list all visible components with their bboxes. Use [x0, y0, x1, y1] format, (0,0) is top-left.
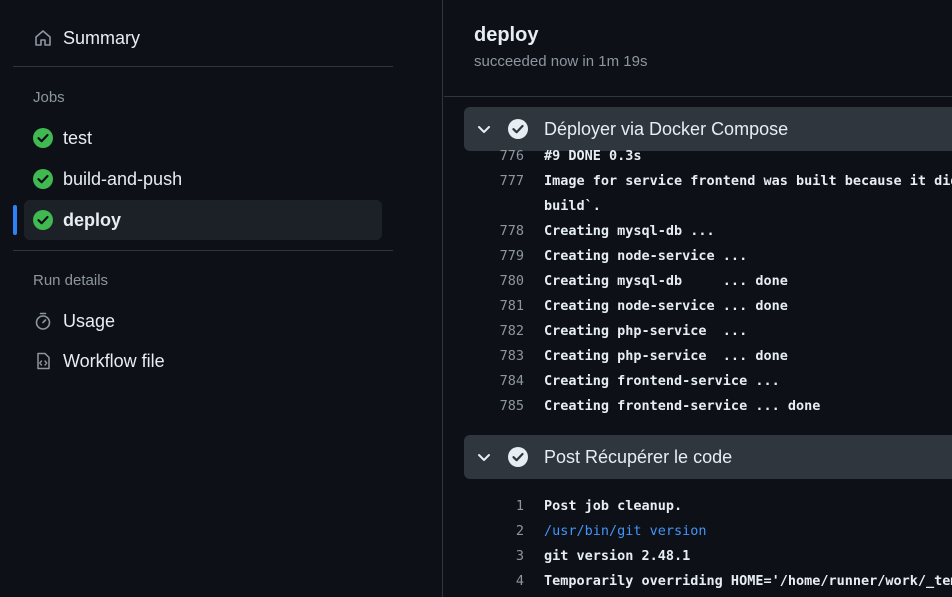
- sidebar-item-job-deploy[interactable]: deploy: [24, 200, 382, 240]
- stopwatch-icon: [32, 310, 54, 332]
- line-number[interactable]: 780: [444, 273, 524, 289]
- log-text: Post job cleanup.: [544, 497, 683, 514]
- sidebar-item-usage[interactable]: Usage: [24, 301, 382, 341]
- log-line: 782 Creating php-service ...: [444, 318, 952, 343]
- log-line: 783 Creating php-service ... done: [444, 343, 952, 368]
- log-line: 1 Post job cleanup.: [444, 493, 952, 518]
- sidebar-item-label: deploy: [63, 209, 122, 230]
- header-divider: [444, 96, 952, 97]
- check-circle-icon: [508, 118, 530, 140]
- sidebar-item-label: test: [63, 127, 93, 148]
- chevron-down-icon[interactable]: [476, 449, 494, 465]
- log-line: 785 Creating frontend-service ... done: [444, 393, 952, 418]
- log-line: 778 Creating mysql-db ...: [444, 218, 952, 243]
- sidebar: Summary Jobs test build-and-push deploy …: [0, 0, 443, 597]
- log-line: 784 Creating frontend-service ...: [444, 368, 952, 393]
- step-header-post-recuperer-le-code[interactable]: Post Récupérer le code: [464, 435, 952, 479]
- sidebar-item-summary[interactable]: Summary: [24, 18, 382, 58]
- log-text: build`.: [544, 197, 601, 214]
- check-circle-icon: [32, 168, 54, 190]
- line-number[interactable]: 781: [444, 298, 524, 314]
- check-circle-icon: [508, 446, 530, 468]
- sidebar-item-label: build-and-push: [63, 168, 183, 189]
- sidebar-item-job-test[interactable]: test: [24, 118, 382, 158]
- sidebar-divider: [13, 66, 393, 67]
- line-number[interactable]: 782: [444, 323, 524, 339]
- sidebar-item-label: Usage: [63, 310, 116, 331]
- log-text: #9 DONE 0.3s: [544, 147, 642, 164]
- log-text: Creating php-service ... done: [544, 347, 788, 364]
- run-details-section-label: Run details: [33, 272, 109, 289]
- check-circle-icon: [32, 209, 54, 231]
- log-text: git version 2.48.1: [544, 547, 691, 564]
- job-status-text: succeeded now in 1m 19s: [474, 53, 648, 70]
- log-text: Creating mysql-db ...: [544, 222, 715, 239]
- active-indicator: [13, 205, 17, 235]
- log-text: Creating mysql-db ... done: [544, 272, 788, 289]
- log-line: 776 #9 DONE 0.3s: [444, 143, 952, 168]
- log-line: 781 Creating node-service ... done: [444, 293, 952, 318]
- step-name: Post Récupérer le code: [544, 446, 733, 467]
- log-line: 779 Creating node-service ...: [444, 243, 952, 268]
- line-number[interactable]: 783: [444, 348, 524, 364]
- log-line: 2/usr/bin/git version: [444, 518, 952, 543]
- sidebar-item-label: Workflow file: [63, 350, 165, 371]
- check-circle-icon: [32, 127, 54, 149]
- page-title: deploy: [474, 24, 539, 46]
- log-line: 780 Creating mysql-db ... done: [444, 268, 952, 293]
- line-number[interactable]: 776: [444, 148, 524, 164]
- sidebar-item-workflow-file[interactable]: Workflow file: [24, 341, 382, 381]
- log-text: Creating frontend-service ... done: [544, 397, 821, 414]
- home-icon: [32, 27, 54, 49]
- sidebar-divider: [13, 250, 393, 251]
- log-line: 4 Temporarily overriding HOME='/home/runn…: [444, 568, 952, 593]
- chevron-down-icon[interactable]: [476, 121, 494, 137]
- line-number[interactable]: 777: [444, 173, 524, 189]
- log-line: 3 git version 2.48.1: [444, 543, 952, 568]
- log-text: Creating node-service ... done: [544, 297, 788, 314]
- job-log-panel: deploy succeeded now in 1m 19s Déployer …: [444, 0, 952, 597]
- log-text: Creating frontend-service ...: [544, 372, 780, 389]
- sidebar-item-job-build-and-push[interactable]: build-and-push: [24, 159, 382, 199]
- log-command-text: /usr/bin/git version: [544, 522, 707, 539]
- log-line: build`.: [444, 193, 952, 218]
- line-number[interactable]: 3: [444, 548, 524, 564]
- file-code-icon: [32, 350, 54, 372]
- log-text: Temporarily overriding HOME='/home/runne…: [544, 572, 952, 589]
- log-text: Creating node-service ...: [544, 247, 748, 264]
- line-number[interactable]: 784: [444, 373, 524, 389]
- line-number[interactable]: 785: [444, 398, 524, 414]
- line-number[interactable]: 779: [444, 248, 524, 264]
- log-text: Image for service frontend was built bec…: [544, 172, 952, 189]
- line-number[interactable]: 2: [444, 523, 524, 539]
- sidebar-item-label: Summary: [63, 27, 141, 48]
- log-text: Creating php-service ...: [544, 322, 748, 339]
- line-number[interactable]: 778: [444, 223, 524, 239]
- line-number[interactable]: 4: [444, 573, 524, 589]
- step-name: Déployer via Docker Compose: [544, 118, 789, 139]
- log-line: 777 Image for service frontend was built …: [444, 168, 952, 193]
- line-number[interactable]: 1: [444, 498, 524, 514]
- jobs-section-label: Jobs: [33, 89, 65, 106]
